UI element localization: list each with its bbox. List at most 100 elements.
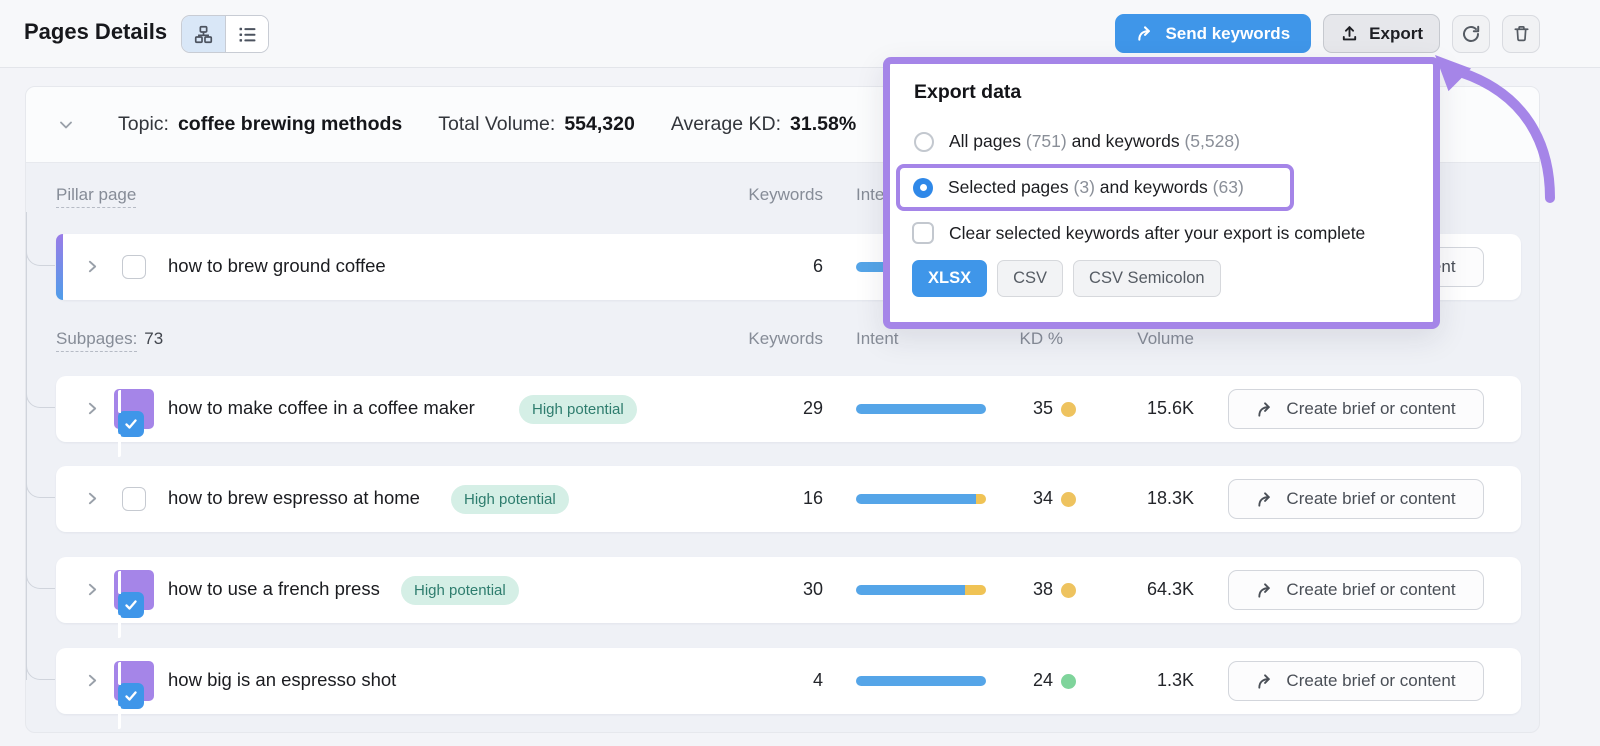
kd-dot [1061,402,1076,417]
page-title-text: how to brew ground coffee [168,255,386,277]
check-icon [123,416,139,432]
create-brief-button[interactable]: Create brief or content [1228,479,1484,519]
pages-details-screen: Pages Details [0,0,1600,746]
selected-option-highlight: Selected pages (3) and keywords (63) [896,164,1294,211]
high-potential-badge: High potential [519,395,637,424]
sitemap-icon [193,24,214,45]
chevron-right-icon[interactable] [84,258,101,275]
topbar-actions: Send keywords Export [1115,14,1540,53]
keywords-column-header: Keywords [716,329,823,349]
csv-semicolon-button[interactable]: CSV Semicolon [1073,260,1221,297]
average-kd-value: 31.58% [790,113,856,136]
keywords-count: 4 [716,670,823,691]
row-checkbox-checked[interactable] [118,683,144,709]
subpages-header: Subpages: 73 [56,329,163,349]
volume-value: 64.3K [1096,579,1194,600]
volume-value: 18.3K [1096,488,1194,509]
refresh-button[interactable] [1452,15,1490,53]
intent-column-header: Intent [856,329,899,349]
upload-icon [1340,24,1359,43]
tree-connector-line [26,212,27,680]
keywords-count: 29 [716,398,823,419]
kd-dot [1061,492,1076,507]
page-title-text: how to use a french press [168,578,380,600]
check-icon [123,597,139,613]
radio-unselected[interactable] [914,132,934,152]
forward-arrow-icon [1256,581,1275,600]
row-checkbox-checked[interactable] [118,411,144,437]
list-view-button[interactable] [225,16,268,52]
high-potential-badge: High potential [451,485,569,514]
topic-label: Topic: [118,113,169,136]
kd-value: 38 [986,579,1053,600]
chevron-right-icon[interactable] [84,400,101,417]
chevron-right-icon[interactable] [84,490,101,507]
pillar-page-column-header[interactable]: Pillar page [56,185,136,205]
total-volume-value: 554,320 [564,113,635,136]
row-checkbox[interactable] [122,487,146,511]
export-format-buttons: XLSX CSV CSV Semicolon [912,260,1221,297]
export-option-all[interactable]: All pages (751) and keywords (5,528) [914,131,1240,152]
tree-view-button[interactable] [182,16,225,52]
kd-value: 34 [986,488,1053,509]
clear-keywords-label: Clear selected keywords after your expor… [949,223,1365,244]
total-volume-label: Total Volume: [438,113,555,136]
export-popup: Export data All pages (751) and keywords… [883,57,1440,329]
subpage-row: how to make coffee in a coffee maker Hig… [56,376,1521,442]
refresh-icon [1461,24,1481,44]
high-potential-badge: High potential [401,576,519,605]
send-keywords-label: Send keywords [1165,24,1290,44]
intent-bar [856,585,986,595]
chevron-right-icon[interactable] [84,581,101,598]
checkbox-highlight [114,661,154,701]
create-brief-button[interactable]: Create brief or content [1228,389,1484,429]
checkbox-highlight [114,389,154,429]
clear-keywords-checkbox[interactable] [912,222,934,244]
kd-column-header: KD % [986,329,1063,349]
create-brief-button[interactable]: Create brief or content [1228,661,1484,701]
row-checkbox[interactable] [122,255,146,279]
forward-arrow-icon [1256,672,1275,691]
volume-column-header: Volume [1096,329,1194,349]
volume-value: 1.3K [1096,670,1194,691]
list-icon [237,24,258,45]
option-text: All pages (751) and keywords (5,528) [949,131,1240,152]
create-brief-button[interactable]: Create brief or content [1228,570,1484,610]
average-kd-label: Average KD: [671,113,781,136]
row-checkbox-checked[interactable] [118,592,144,618]
chevron-right-icon[interactable] [84,672,101,689]
keywords-count: 6 [716,256,823,277]
kd-value: 24 [986,670,1053,691]
volume-value: 15.6K [1096,398,1194,419]
kd-value: 35 [986,398,1053,419]
option-text: Selected pages (3) and keywords (63) [948,177,1244,198]
check-icon [123,688,139,704]
trash-icon [1512,24,1531,43]
keywords-count: 30 [716,579,823,600]
forward-arrow-icon [1256,490,1275,509]
export-label: Export [1369,24,1423,44]
export-button[interactable]: Export [1323,14,1440,53]
page-title-text: how to make coffee in a coffee maker [168,397,475,419]
clear-keywords-option[interactable]: Clear selected keywords after your expor… [912,222,1365,244]
intent-bar [856,404,986,414]
keywords-column-header: Keywords [716,185,823,205]
subpages-count: 73 [144,329,163,348]
view-toggle [181,15,269,53]
forward-arrow-icon [1136,24,1155,43]
subpage-row: how to use a french press High potential… [56,557,1521,623]
kd-dot [1061,674,1076,689]
keywords-count: 16 [716,488,823,509]
subpage-row: how big is an espresso shot 4 24 1.3K Cr… [56,648,1521,714]
chevron-down-icon[interactable] [56,115,76,135]
intent-bar [856,494,986,504]
export-option-selected[interactable]: Selected pages (3) and keywords (63) [900,177,1244,198]
csv-button[interactable]: CSV [997,260,1063,297]
kd-dot [1061,583,1076,598]
xlsx-button[interactable]: XLSX [912,260,987,297]
page-title-text: how to brew espresso at home [168,487,420,509]
subpages-label[interactable]: Subpages: [56,329,137,352]
send-keywords-button[interactable]: Send keywords [1115,14,1311,53]
radio-selected[interactable] [913,178,933,198]
delete-button[interactable] [1502,15,1540,53]
